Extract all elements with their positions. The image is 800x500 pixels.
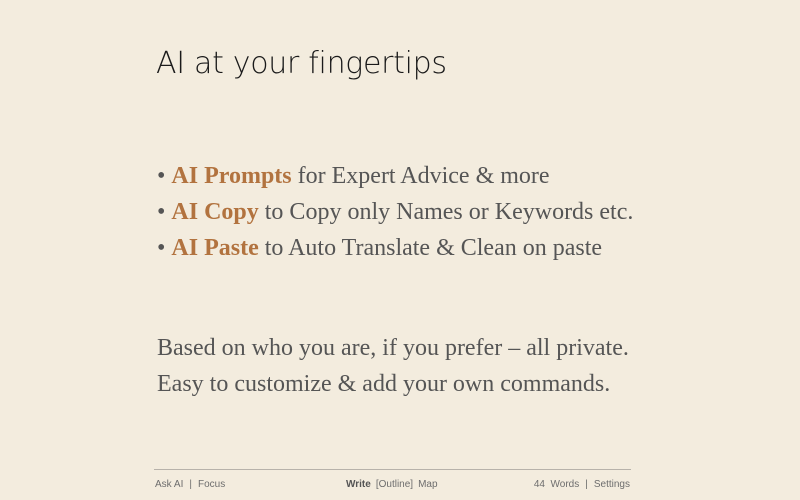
feature-description: to Copy only Names or Keywords etc.: [258, 199, 634, 225]
view-mode-switcher: Write [Outline] Map: [346, 477, 438, 493]
feature-item-ai-paste: • AI Paste to Auto Translate & Clean on p…: [157, 230, 633, 266]
feature-highlight-ai-paste: AI Paste: [171, 235, 259, 261]
map-mode-button[interactable]: Map: [418, 479, 437, 490]
footer-bar: Ask AI | Focus Write [Outline] Map 44 Words |…: [155, 477, 630, 493]
word-count-label: Words: [550, 479, 580, 490]
ask-ai-button[interactable]: Ask AI: [155, 479, 183, 490]
footer-separator: |: [585, 479, 588, 490]
bullet: •: [157, 235, 166, 261]
feature-highlight-ai-prompts: AI Prompts: [171, 163, 292, 189]
feature-item-ai-copy: • AI Copy to Copy only Names or Keywords …: [157, 194, 633, 230]
body-line: Easy to customize & add your own command…: [157, 371, 611, 397]
feature-highlight-ai-copy: AI Copy: [171, 199, 259, 225]
write-mode-button[interactable]: Write: [346, 479, 371, 490]
footer-left-group: Ask AI | Focus: [155, 477, 225, 493]
feature-description: for Expert Advice & more: [291, 163, 550, 189]
bullet: •: [157, 163, 166, 189]
body-line: Based on who you are, if you prefer – al…: [157, 335, 629, 361]
bullet: •: [157, 199, 166, 225]
feature-item-ai-prompts: • AI Prompts for Expert Advice & more: [157, 158, 633, 194]
footer-separator: |: [189, 479, 192, 490]
page-title: AI at your fingertips: [156, 46, 447, 81]
footer-right-group: 44 Words | Settings: [534, 477, 630, 493]
outline-mode-button[interactable]: [Outline]: [376, 479, 413, 490]
focus-button[interactable]: Focus: [198, 479, 225, 490]
settings-button[interactable]: Settings: [594, 479, 630, 490]
footer-divider: [154, 469, 631, 470]
feature-list: • AI Prompts for Expert Advice & more • AI…: [157, 158, 633, 266]
word-count-value: 44: [533, 479, 545, 490]
body-text: Based on who you are, if you prefer – al…: [157, 330, 629, 402]
feature-description: to Auto Translate & Clean on paste: [258, 235, 603, 261]
